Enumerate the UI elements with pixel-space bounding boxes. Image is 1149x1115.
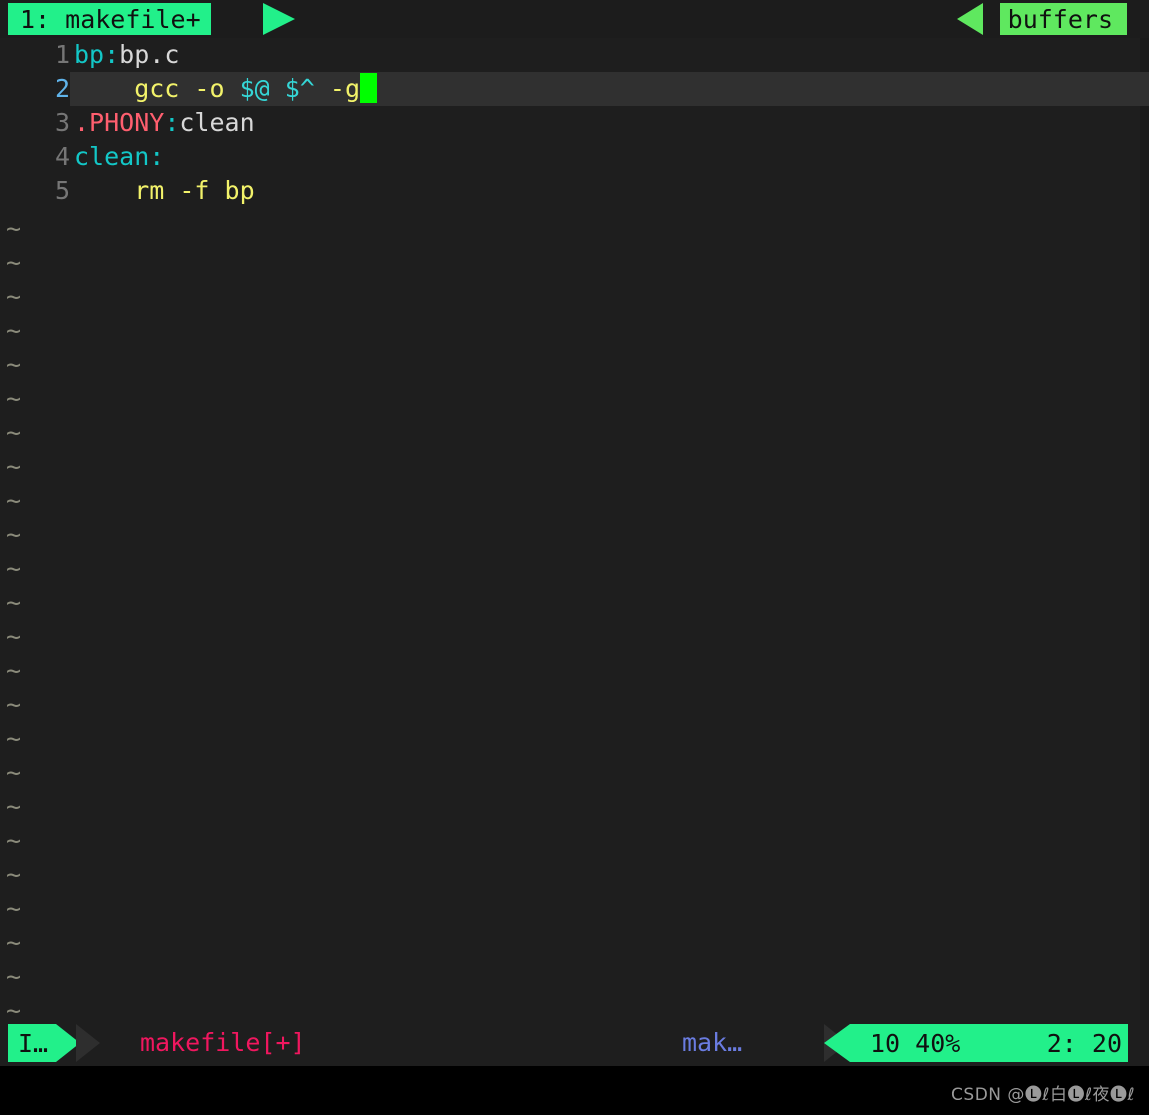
empty-line-marker: ~ [6,724,22,753]
code-token: .PHONY [74,108,165,137]
empty-line-marker: ~ [6,350,22,379]
tab-arrow-right-icon [263,3,295,35]
code-line-text: clean: [70,140,164,174]
code-token: $^ [284,74,315,103]
status-right-arrow-icon [824,1024,850,1062]
code-line[interactable]: 2 gcc -o $@ $^ -g [0,72,1149,106]
vim-window: 1: makefile+ buffers 1 bp:bp.c 2 gcc -o $@… [0,0,1149,1115]
code-token: clean: [74,142,165,171]
tab-label: 1: makefile+ [20,4,201,34]
code-line[interactable]: 4 clean: [0,140,1149,174]
statusline: I… makefile[+] mak… 10 40% 2: 20 [0,1020,1149,1066]
editor-text-area[interactable]: 1 bp:bp.c 2 gcc -o $@ $^ -g 3 .PHONY:clean 4 c… [0,38,1149,1025]
empty-line-marker: ~ [6,656,22,685]
empty-line-marker: ~ [6,826,22,855]
empty-line-marker: ~ [6,214,22,243]
line-number: 4 [54,142,70,171]
status-total-lines: 10 40% [870,1028,961,1058]
empty-line-marker: ~ [6,928,22,957]
empty-line-marker: ~ [6,316,22,345]
code-line-text: rm -f bp [70,174,255,208]
code-line-text: .PHONY:clean [70,106,255,140]
code-token: clean [179,108,255,137]
empty-line-marker: ~ [6,962,22,991]
text-cursor [360,73,378,103]
code-token: : [164,108,180,137]
status-filetype: mak… [682,1028,743,1057]
line-number: 2 [0,72,70,106]
code-token: -g [314,74,361,103]
code-token: : [104,40,120,69]
empty-line-marker: ~ [6,588,22,617]
empty-line-marker: ~ [6,894,22,923]
code-token: bp [74,40,105,69]
empty-line-marker: ~ [6,384,22,413]
status-mode-label: I… [18,1028,49,1058]
empty-line-marker: ~ [6,520,22,549]
buffers-button[interactable]: buffers [999,3,1127,35]
empty-line-marker: ~ [6,452,22,481]
line-number: 1 [54,40,70,69]
line-number: 3 [54,108,70,137]
empty-line-markers: ~ ~ ~ ~ ~ ~ ~ ~ ~ ~ ~ ~ ~ ~ ~ ~ ~ ~ ~ ~ ~ ~ ~ ~ [0,212,60,1028]
empty-line-marker: ~ [6,248,22,277]
code-token: bp.c [119,40,180,69]
empty-line-marker: ~ [6,860,22,889]
status-mode-segment: I… [8,1024,57,1062]
line-number: 5 [54,176,70,205]
status-position-segment: 10 40% 2: 20 [850,1024,1128,1062]
code-line[interactable]: 5 rm -f bp [0,174,1149,208]
code-line-text: gcc -o $@ $^ -g [70,72,378,106]
empty-line-marker: ~ [6,758,22,787]
code-token: gcc -o [74,74,240,103]
code-token: rm -f bp [74,176,255,205]
buffers-label: buffers [1007,4,1113,34]
status-mode-chevron-icon [76,1024,100,1062]
csdn-watermark: CSDN @🅛ℓ白🅛ℓ夜🅛ℓ [951,1085,1135,1105]
empty-line-marker: ~ [6,554,22,583]
tabline: 1: makefile+ buffers [0,0,1149,38]
empty-line-marker: ~ [6,792,22,821]
empty-line-marker: ~ [6,418,22,447]
empty-line-marker: ~ [6,282,22,311]
code-token: $@ [239,74,270,103]
status-cursor-position: 2: 20 [1046,1028,1122,1058]
tab-makefile[interactable]: 1: makefile+ [8,3,211,35]
empty-line-marker: ~ [6,622,22,651]
code-lines: 1 bp:bp.c 2 gcc -o $@ $^ -g 3 .PHONY:clean 4 c… [0,38,1149,208]
buffers-arrow-left-icon [957,3,983,35]
code-line[interactable]: 1 bp:bp.c [0,38,1149,72]
code-line[interactable]: 3 .PHONY:clean [0,106,1149,140]
empty-line-marker: ~ [6,690,22,719]
empty-line-marker: ~ [6,486,22,515]
code-line-text: bp:bp.c [70,38,179,72]
status-file-name: makefile[+] [140,1028,306,1057]
